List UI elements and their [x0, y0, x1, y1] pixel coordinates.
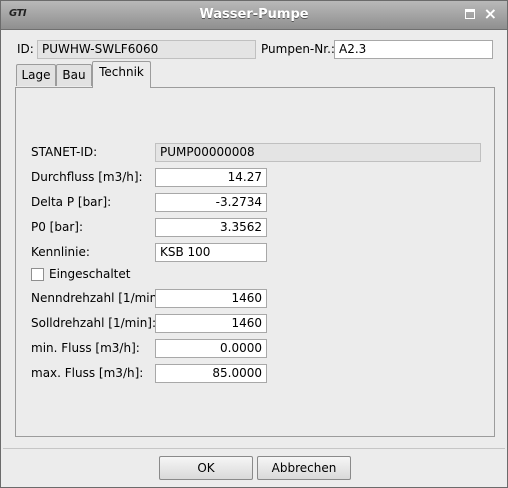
delta-p-field[interactable]: -3.2734	[155, 193, 267, 212]
pumpen-nr-field[interactable]: A2.3	[334, 40, 493, 59]
id-label: ID:	[17, 42, 34, 56]
ok-button[interactable]: OK	[159, 456, 253, 480]
dialog-window: GTI Wasser-Pumpe × ID: PUWHW-SWLF6060 Pu…	[0, 0, 508, 488]
tab-lage[interactable]: Lage	[16, 64, 56, 86]
eingeschaltet-label: Eingeschaltet	[49, 267, 131, 281]
p0-field[interactable]: 3.3562	[155, 218, 267, 237]
title-bar[interactable]: GTI Wasser-Pumpe ×	[1, 1, 507, 30]
button-separator	[3, 448, 505, 449]
kennlinie-field[interactable]: KSB 100	[155, 243, 267, 262]
window-title: Wasser-Pumpe	[199, 7, 309, 22]
durchfluss-label: Durchfluss [m3/h]:	[31, 170, 143, 184]
tab-technik[interactable]: Technik	[92, 61, 151, 88]
technik-panel	[15, 87, 495, 437]
stanet-id-field[interactable]: PUMP00000008	[155, 143, 481, 162]
nenndrehzahl-label: Nenndrehzahl [1/min]:	[31, 291, 166, 305]
max-fluss-label: max. Fluss [m3/h]:	[31, 366, 144, 380]
pumpen-nr-label: Pumpen-Nr.:	[261, 42, 335, 56]
id-field[interactable]: PUWHW-SWLF6060	[37, 40, 256, 59]
p0-label: P0 [bar]:	[31, 220, 83, 234]
nenndrehzahl-field[interactable]: 1460	[155, 289, 267, 308]
min-fluss-field[interactable]: 0.0000	[155, 339, 267, 358]
stanet-id-label: STANET-ID:	[31, 145, 98, 159]
kennlinie-label: Kennlinie:	[31, 245, 90, 259]
eingeschaltet-checkbox[interactable]	[31, 268, 44, 281]
cancel-button[interactable]: Abbrechen	[257, 456, 351, 480]
min-fluss-label: min. Fluss [m3/h]:	[31, 341, 140, 355]
durchfluss-field[interactable]: 14.27	[155, 168, 267, 187]
tab-bau[interactable]: Bau	[56, 64, 92, 86]
delta-p-label: Delta P [bar]:	[31, 195, 112, 209]
solldrehzahl-label: Solldrehzahl [1/min]:	[31, 316, 157, 330]
max-fluss-field[interactable]: 85.0000	[155, 364, 267, 383]
solldrehzahl-field[interactable]: 1460	[155, 314, 267, 333]
maximize-icon[interactable]	[465, 9, 475, 19]
close-icon[interactable]: ×	[484, 4, 497, 24]
